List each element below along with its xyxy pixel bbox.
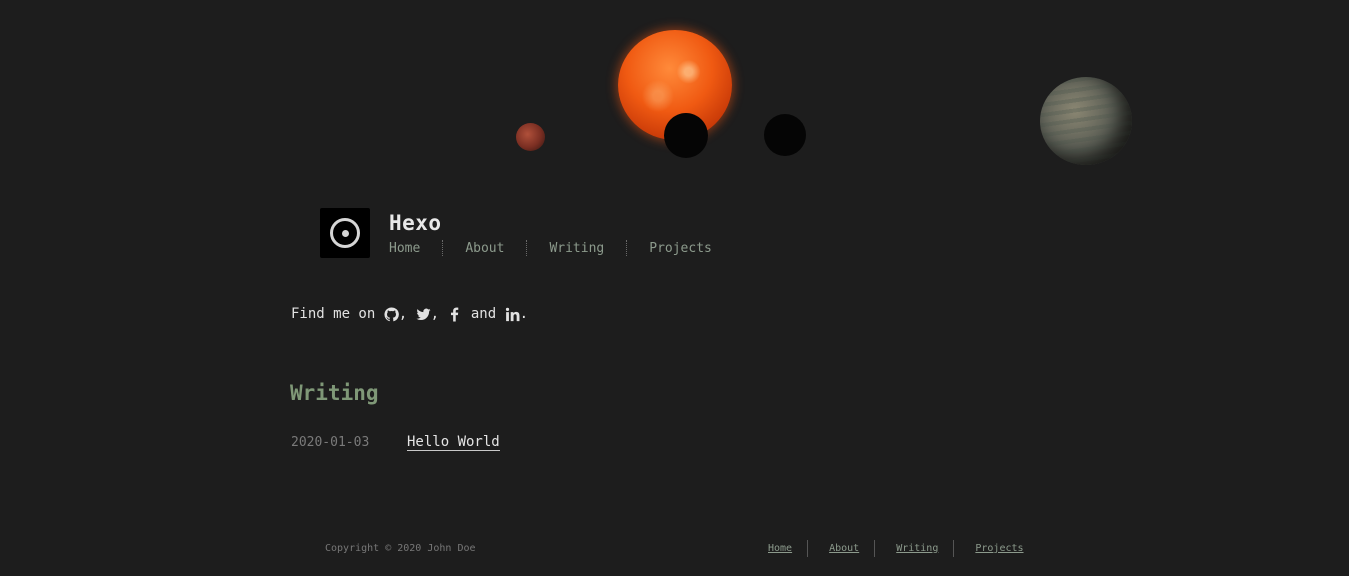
nav-projects-link[interactable]: Projects (649, 241, 712, 256)
site-title: Hexo (389, 211, 442, 235)
intro-text: Find me on , , and . (291, 306, 529, 322)
footer-projects-link[interactable]: Projects (975, 543, 1023, 554)
facebook-icon[interactable] (447, 307, 462, 322)
nav-divider (526, 240, 528, 256)
linkedin-icon[interactable] (505, 307, 520, 322)
footer-divider (953, 540, 955, 557)
main-nav: Home About Writing Projects (389, 240, 712, 256)
logo-icon (330, 218, 360, 248)
post-date: 2020-01-03 (291, 435, 370, 450)
nav-divider (442, 240, 444, 256)
footer-copyright: Copyright © 2020 John Doe (325, 543, 476, 554)
footer-divider (874, 540, 876, 557)
page: Hexo Home About Writing Projects Find me… (0, 0, 1349, 576)
writing-heading: Writing (290, 381, 379, 405)
github-icon[interactable] (384, 306, 399, 322)
nav-divider (626, 240, 628, 256)
footer-divider (807, 540, 809, 557)
dark-moon-image (764, 114, 806, 156)
gas-giant-planet-image (1040, 77, 1132, 165)
site-logo[interactable] (320, 208, 370, 258)
nav-about-link[interactable]: About (465, 241, 504, 256)
footer-home-link[interactable]: Home (768, 543, 792, 554)
nav-writing-link[interactable]: Writing (549, 241, 604, 256)
footer-about-link[interactable]: About (829, 543, 859, 554)
nav-home-link[interactable]: Home (389, 241, 420, 256)
twitter-icon[interactable] (416, 307, 431, 322)
list-item: 2020-01-03 Hello World (291, 434, 500, 451)
dark-moon-image (664, 113, 708, 158)
footer-nav: Home About Writing Projects (768, 540, 1024, 557)
small-red-planet-image (516, 123, 545, 151)
post-title-link[interactable]: Hello World (407, 434, 500, 451)
footer-writing-link[interactable]: Writing (896, 543, 938, 554)
